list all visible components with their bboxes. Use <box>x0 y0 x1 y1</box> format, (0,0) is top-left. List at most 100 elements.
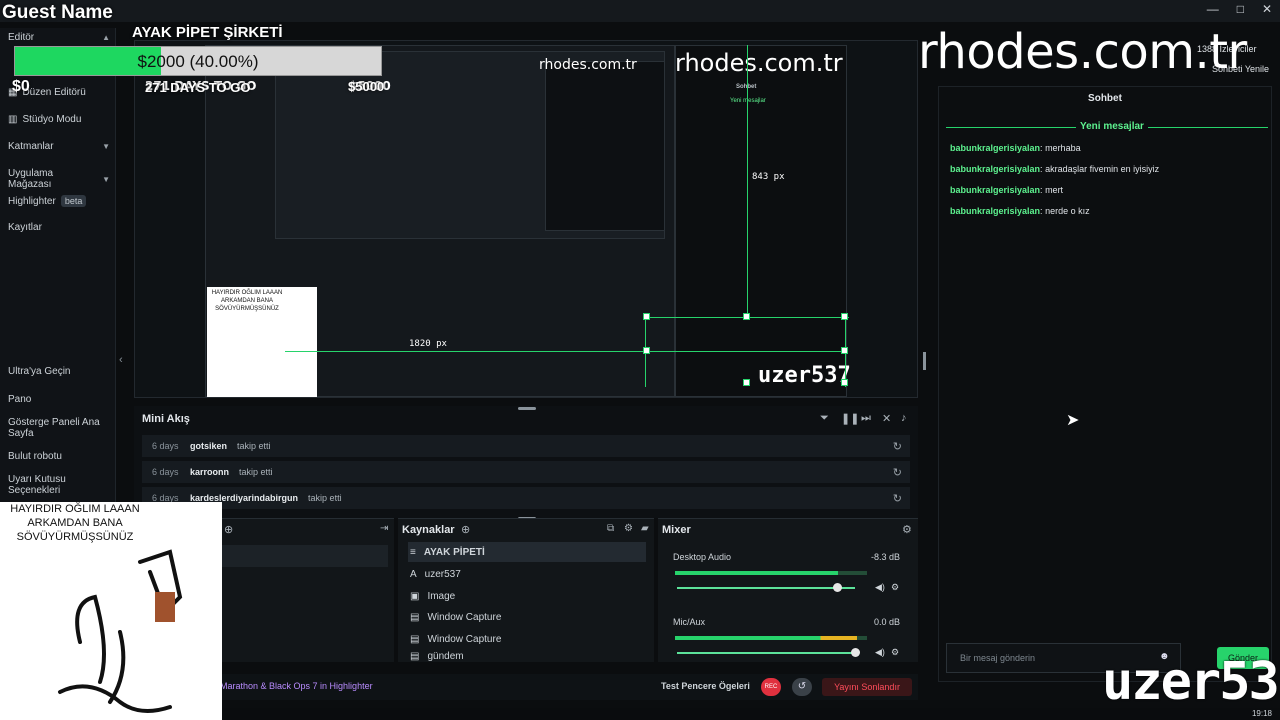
volume-slider[interactable] <box>677 587 855 589</box>
meme-overlay-image: HAYIRDIR OĞLIM LAAAN ARKAMDAN BANA SÖVÜY… <box>0 502 222 720</box>
dock-drag-handle[interactable] <box>518 407 536 410</box>
source-label: Window Capture <box>427 633 502 645</box>
nested-meme-caption: HAYIRDIR OĞLIM LAAAN ARKAMDAN BANA SÖVÜY… <box>211 290 283 312</box>
channel-settings-icon[interactable]: ⚙ <box>891 582 899 593</box>
feed-action: takip etti <box>239 467 273 477</box>
source-label: Window Capture <box>427 611 502 623</box>
chat-text: akradaşlar fivemin en iyisiyiz <box>1045 164 1160 174</box>
resize-handle[interactable] <box>743 313 750 320</box>
sidebar-item-app-store[interactable]: Uygulama Mağazası ▼ <box>8 168 110 190</box>
close-button[interactable]: ✕ <box>1262 2 1272 16</box>
skip-icon[interactable]: ⏭ <box>861 412 871 425</box>
sidebar-item-label: Ultra'ya Geçin <box>8 366 71 377</box>
chat-resize-handle[interactable] <box>923 352 926 370</box>
record-button[interactable]: REC <box>761 678 781 696</box>
sidebar-item-dashboard-home[interactable]: Gösterge Paneli Ana Sayfa <box>8 417 110 439</box>
sidebar-item-studio-mode[interactable]: ▥ Stüdyo Modu <box>8 114 110 125</box>
feed-row: 6 days karroonn takip etti ↻ <box>142 461 910 483</box>
mixer-settings-icon[interactable]: ⚙ <box>902 523 912 536</box>
source-item[interactable]: ▤ Window Capture <box>408 607 646 627</box>
mouse-cursor-icon: ➤ <box>1066 412 1080 429</box>
replay-icon[interactable]: ↻ <box>893 440 902 453</box>
test-widgets-button[interactable]: Test Pencere Ögeleri <box>661 681 750 691</box>
scene-item[interactable] <box>222 545 388 567</box>
audio-meter-fill <box>675 636 858 640</box>
company-overlay: AYAK PİPET ŞİRKETİ <box>132 24 283 41</box>
group-icon[interactable]: ⧉ <box>607 523 614 534</box>
source-item[interactable]: ≡ AYAK PİPETİ <box>408 542 646 562</box>
nested-meme: HAYIRDIR OĞLIM LAAAN ARKAMDAN BANA SÖVÜY… <box>207 287 317 397</box>
replay-buffer-button[interactable]: ↺ <box>792 678 812 696</box>
sidebar-item-ultra[interactable]: Ultra'ya Geçin <box>8 366 110 377</box>
sidebar-item-cloudbot[interactable]: Bulut robotu <box>8 451 110 462</box>
scenes-dock: ⊕ <box>222 518 394 662</box>
minimize-button[interactable]: — <box>1207 2 1219 16</box>
sidebar-item-layers[interactable]: Katmanlar ▼ <box>8 141 110 152</box>
sidebar-item-label: Pano <box>8 394 32 405</box>
mute-alerts-icon[interactable]: ✕ <box>882 412 891 425</box>
chat-username[interactable]: babunkralgerisiyalan <box>950 206 1040 216</box>
sidebar-item-editor[interactable]: Editör ▲ <box>8 32 110 43</box>
mixer-title: Mixer <box>662 524 691 536</box>
volume-knob[interactable] <box>850 648 860 657</box>
mini-feed-title: Mini Akış <box>142 413 190 425</box>
volume-icon[interactable]: ♪ <box>901 412 907 424</box>
text-icon: A <box>410 568 417 580</box>
chat-username[interactable]: babunkralgerisiyalan <box>950 185 1040 195</box>
chat-username[interactable]: babunkralgerisiyalan <box>950 164 1040 174</box>
resize-handle[interactable] <box>841 313 848 320</box>
maximize-button[interactable]: □ <box>1237 2 1244 16</box>
resize-handle[interactable] <box>743 379 750 386</box>
stream-preview[interactable]: Sohbet Yeni mesajlar rhodes.com.tr rhode… <box>134 40 918 398</box>
source-settings-icon[interactable]: ⚙ <box>624 523 633 534</box>
channel-name: Desktop Audio <box>673 552 732 562</box>
sidebar-item-label: Gösterge Paneli Ana Sayfa <box>8 417 100 439</box>
sidebar-item-recordings[interactable]: Kayıtlar <box>8 222 110 233</box>
source-label: gündem <box>427 651 464 662</box>
sidebar-item-alertbox[interactable]: Uyarı Kutusu Seçenekleri <box>8 474 110 496</box>
sidebar-item-label: Düzen Editörü <box>22 87 86 98</box>
end-stream-button[interactable]: Yayını Sonlandır <box>822 678 912 696</box>
add-scene-icon[interactable]: ⊕ <box>224 523 233 536</box>
nested-chat-panel <box>545 61 665 231</box>
collapse-sidebar-icon[interactable]: ‹ <box>119 354 123 366</box>
speaker-icon[interactable]: ◀) <box>875 647 885 658</box>
donation-goal-bar: $2000 (40.00%) <box>14 46 382 76</box>
folder-icon[interactable]: ▰ <box>641 523 649 534</box>
nested-site-watermark-small: rhodes.com.tr <box>539 57 637 73</box>
channel-db: 0.0 dB <box>874 617 901 627</box>
source-item[interactable]: ▣ Image <box>408 586 646 606</box>
highlighter-promo-link[interactable]: Marathon & Black Ops 7 in Highlighter <box>220 681 373 691</box>
pause-icon[interactable]: ❚❚ <box>841 412 859 425</box>
source-item[interactable]: ▤ gündem <box>408 651 646 662</box>
resize-handle[interactable] <box>643 313 650 320</box>
source-item[interactable]: Auzer537 <box>408 564 646 584</box>
resize-handle[interactable] <box>643 347 650 354</box>
resize-handle[interactable] <box>841 347 848 354</box>
measure-horizontal: 1820 px <box>409 339 447 349</box>
resize-handle[interactable] <box>841 379 848 386</box>
image-icon: ▣ <box>410 590 420 602</box>
chat-panel <box>938 86 1272 682</box>
sidebar-item-dashboard[interactable]: Pano <box>8 394 110 405</box>
channel-settings-icon[interactable]: ⚙ <box>891 647 899 658</box>
sidebar-item-highlighter[interactable]: Highlighter beta <box>8 195 110 207</box>
feed-user: karroonn <box>190 467 230 477</box>
replay-icon[interactable]: ↻ <box>893 466 902 479</box>
source-item[interactable]: ▤ Window Capture <box>408 629 646 649</box>
chat-username[interactable]: babunkralgerisiyalan <box>950 143 1040 153</box>
goal-target-amount: $5000 <box>348 79 385 94</box>
speaker-icon[interactable]: ◀) <box>875 582 885 593</box>
filter-icon[interactable]: ⏷ <box>820 412 829 425</box>
replay-icon[interactable]: ↻ <box>893 492 902 505</box>
audio-meter-fill <box>675 571 839 575</box>
volume-knob[interactable] <box>832 583 842 592</box>
volume-slider[interactable] <box>677 652 855 654</box>
guest-name-overlay: Guest Name <box>2 2 113 23</box>
selection-line <box>747 45 748 317</box>
brand-watermark: uzer537 <box>1102 652 1280 712</box>
feed-action: takip etti <box>308 493 342 503</box>
sidebar-item-label: Bulut robotu <box>8 451 62 462</box>
split-icon[interactable]: ⇥ <box>380 523 388 534</box>
add-source-icon[interactable]: ⊕ <box>461 523 470 536</box>
